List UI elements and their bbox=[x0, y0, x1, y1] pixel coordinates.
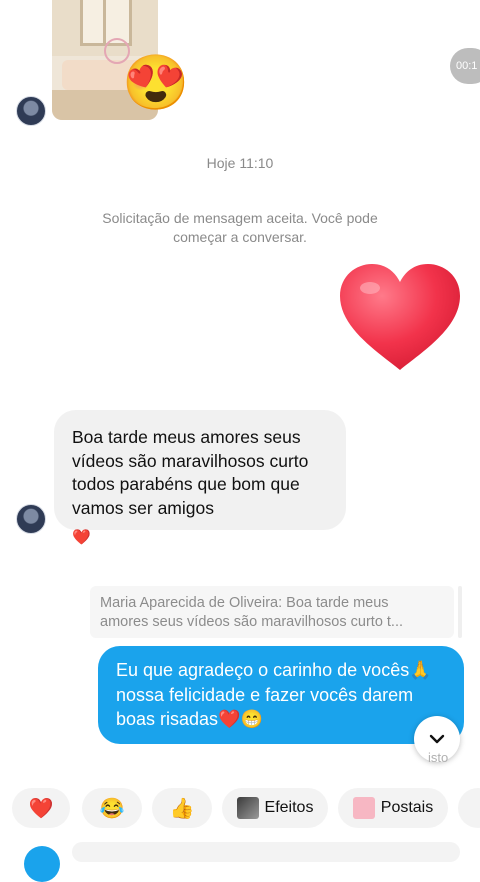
heart-eyes-reaction: 😍 bbox=[122, 53, 190, 113]
message-line: vamos ser amigos bbox=[72, 497, 214, 518]
incoming-message-bubble[interactable]: Boa tarde meus amores seus vídeos são ma… bbox=[54, 410, 346, 530]
quick-thumbs-up-button[interactable]: 👍 bbox=[152, 788, 212, 828]
message-line: vídeos são maravilhosos curto bbox=[72, 450, 309, 471]
effects-icon bbox=[236, 797, 259, 819]
message-line: boas risadas❤️😁 bbox=[116, 709, 263, 729]
effects-button[interactable]: Efeitos bbox=[222, 788, 328, 828]
message-input[interactable] bbox=[72, 842, 460, 862]
effects-label: Efeitos bbox=[264, 799, 314, 816]
laughing-icon: 😂 bbox=[99, 797, 125, 820]
postcards-button[interactable]: Postais bbox=[338, 788, 448, 828]
camera-button[interactable] bbox=[24, 846, 60, 882]
date-divider: Hoje 11:10 bbox=[206, 155, 274, 171]
quick-actions-bar: ❤️ 😂 👍 Efeitos Postais bbox=[0, 788, 480, 828]
system-notice-line: começar a conversar. bbox=[173, 229, 307, 245]
message-line: Eu que agradeço o carinho de vocês🙏 bbox=[116, 660, 432, 680]
system-notice: Solicitação de mensagem aceita. Você pod… bbox=[0, 209, 480, 247]
quote-line: amores seus vídeos são maravilhosos curt… bbox=[100, 614, 404, 630]
quick-laugh-button[interactable]: 😂 bbox=[82, 788, 142, 828]
more-actions-chip[interactable] bbox=[458, 788, 480, 828]
heart-icon[interactable] bbox=[338, 262, 462, 372]
postcard-icon bbox=[352, 797, 375, 819]
postcards-label: Postais bbox=[380, 799, 434, 816]
message-line: Boa tarde meus amores seus bbox=[72, 427, 301, 447]
heart-icon: ❤️ bbox=[28, 797, 54, 820]
thumbs-up-icon: 👍 bbox=[169, 797, 195, 820]
message-line: nossa felicidade e fazer vocês darem bbox=[116, 684, 414, 705]
system-notice-line: Solicitação de mensagem aceita. Você pod… bbox=[102, 210, 378, 226]
timer-badge: 00:1 bbox=[450, 48, 480, 84]
chevron-down-icon bbox=[429, 734, 445, 744]
outgoing-message-bubble[interactable]: Eu que agradeço o carinho de vocês🙏 noss… bbox=[98, 646, 464, 744]
seen-status: isto bbox=[428, 750, 449, 765]
reply-quote-edge bbox=[458, 586, 462, 638]
avatar[interactable] bbox=[16, 504, 46, 534]
message-line: todos parabéns que bom que bbox=[72, 474, 300, 494]
reply-quote[interactable]: Maria Aparecida de Oliveira: Boa tarde m… bbox=[90, 586, 454, 638]
quote-line: Maria Aparecida de Oliveira: Boa tarde m… bbox=[100, 595, 389, 611]
message-reaction[interactable]: ❤️ bbox=[72, 528, 91, 546]
quick-heart-button[interactable]: ❤️ bbox=[12, 788, 70, 828]
avatar[interactable] bbox=[16, 96, 46, 126]
